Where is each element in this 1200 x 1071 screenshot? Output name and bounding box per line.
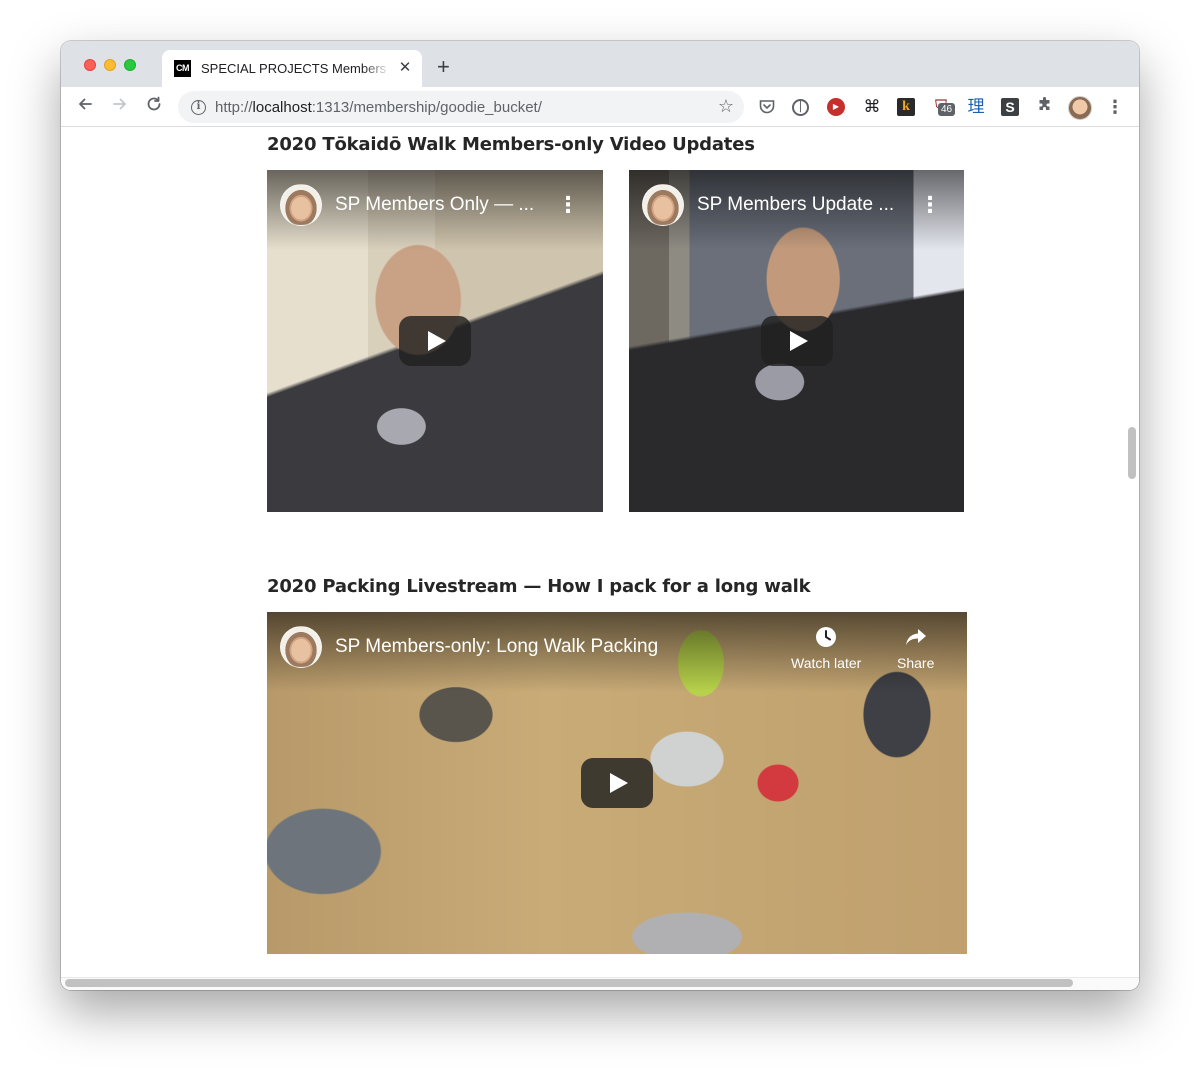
horizontal-scrollbar[interactable] [65, 979, 1073, 987]
tab-title: SPECIAL PROJECTS Members [201, 61, 387, 76]
play-icon[interactable] [581, 758, 653, 808]
play-icon[interactable] [399, 316, 471, 366]
browser-window: CM SPECIAL PROJECTS Members ✕ + i http:/… [61, 41, 1139, 990]
section-title-packing-livestream: 2020 Packing Livestream — How I pack for… [267, 576, 811, 597]
url-text[interactable]: http://localhost:1313/membership/goodie_… [215, 99, 542, 116]
extensions-puzzle-icon[interactable] [1035, 97, 1055, 117]
share-button[interactable]: Share [897, 626, 934, 671]
video-title[interactable]: SP Members Update ... [697, 194, 894, 216]
li-extension-icon[interactable]: 理 [966, 97, 986, 117]
video-player-2[interactable]: SP Members Update ... ⋮ [629, 170, 964, 512]
video-player-3[interactable]: SP Members-only: Long Walk Packing Watch… [267, 612, 967, 954]
forward-arrow-icon[interactable] [108, 95, 132, 119]
browser-toolbar: i http://localhost:1313/membership/goodi… [61, 87, 1139, 127]
video-title[interactable]: SP Members Only — ... [335, 194, 534, 216]
command-extension-icon[interactable]: ⌘ [862, 97, 882, 117]
more-vert-icon[interactable]: ⋮ [919, 194, 941, 216]
channel-avatar[interactable] [280, 184, 322, 226]
video-player-1[interactable]: SP Members Only — ... ⋮ [267, 170, 603, 512]
watch-later-button[interactable]: Watch later [791, 626, 861, 671]
play-icon[interactable] [761, 316, 833, 366]
new-tab-button[interactable]: + [437, 56, 450, 78]
channel-avatar[interactable] [642, 184, 684, 226]
back-arrow-icon[interactable] [73, 95, 97, 119]
cm-favicon-icon: CM [174, 60, 191, 77]
watch-later-label: Watch later [791, 655, 862, 671]
reload-icon[interactable] [142, 95, 166, 119]
tab-strip: CM SPECIAL PROJECTS Members ✕ + [61, 41, 1139, 87]
youtube-extension-icon[interactable]: ▶ [827, 98, 845, 116]
extension-badge: 46 [938, 103, 956, 116]
clock-icon [791, 626, 861, 655]
vertical-scrollbar[interactable] [1128, 427, 1136, 479]
section-title-video-updates: 2020 Tōkaidō Walk Members-only Video Upd… [267, 134, 755, 155]
minimize-window-button[interactable] [104, 59, 116, 71]
more-vert-icon[interactable]: ⋮ [557, 194, 579, 216]
page-viewport: 2020 Tōkaidō Walk Members-only Video Upd… [61, 128, 1139, 990]
profile-avatar[interactable] [1068, 96, 1092, 120]
s-extension-icon[interactable]: S [1001, 98, 1019, 116]
k-extension-icon[interactable]: k [897, 98, 915, 116]
pocket-extension-icon[interactable] [757, 97, 777, 117]
address-bar[interactable]: i http://localhost:1313/membership/goodi… [178, 91, 744, 123]
password-manager-icon[interactable]: ⏐ [792, 99, 809, 116]
more-vert-icon[interactable]: ⋮ [1106, 95, 1124, 119]
share-label: Share [897, 655, 935, 671]
bookmark-star-icon[interactable]: ☆ [718, 96, 734, 117]
close-window-button[interactable] [84, 59, 96, 71]
channel-avatar[interactable] [280, 626, 322, 668]
video-title[interactable]: SP Members-only: Long Walk Packing [335, 636, 658, 658]
close-tab-icon[interactable]: ✕ [397, 60, 413, 76]
tab-special-projects[interactable]: CM SPECIAL PROJECTS Members ✕ [162, 50, 422, 87]
site-info-icon[interactable]: i [191, 100, 206, 115]
share-icon [897, 626, 934, 655]
zoom-window-button[interactable] [124, 59, 136, 71]
